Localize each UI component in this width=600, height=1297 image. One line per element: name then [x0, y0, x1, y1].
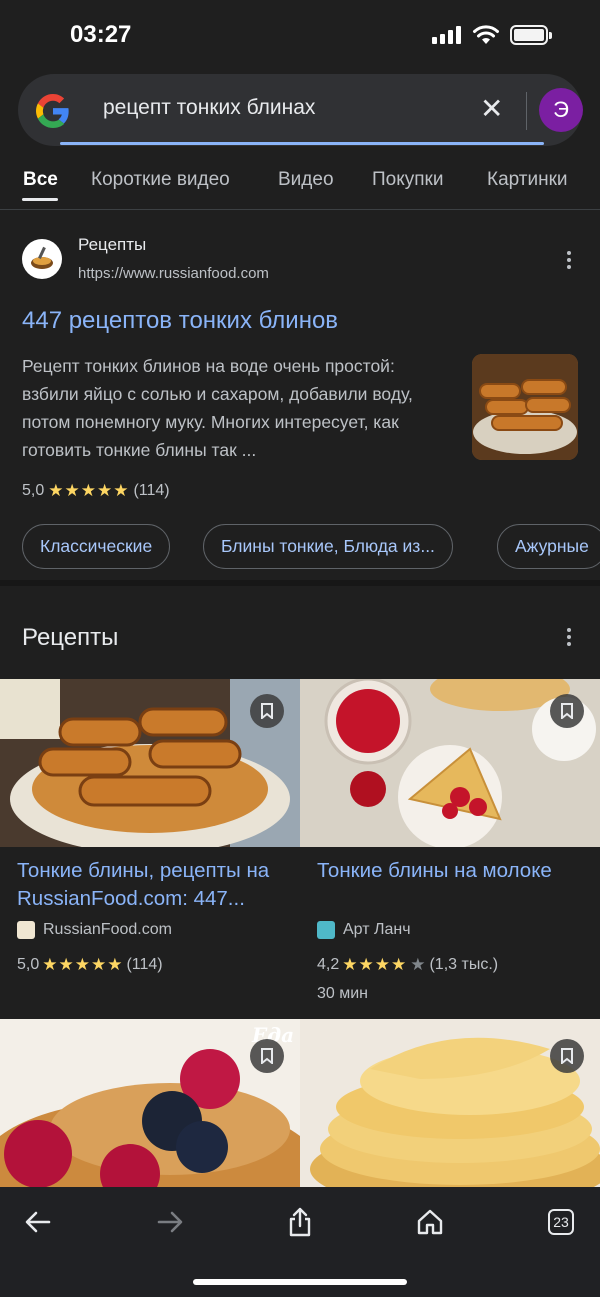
- browser-toolbar: 23: [0, 1187, 600, 1297]
- search-bar[interactable]: рецепт тонких блинах ✕ Э: [18, 74, 583, 146]
- recipe-card[interactable]: [300, 1019, 600, 1187]
- back-arrow-icon[interactable]: [18, 1202, 58, 1242]
- more-options-icon[interactable]: [566, 251, 572, 269]
- chip-lacy[interactable]: Ажурные: [497, 524, 600, 569]
- home-indicator: [193, 1279, 407, 1285]
- section-title: Рецепты: [22, 624, 119, 651]
- recipe-card[interactable]: Eда: [0, 1019, 300, 1187]
- tab-shopping[interactable]: Покупки: [372, 169, 443, 191]
- result-rating: 5,0 ★★★★★ (114): [22, 481, 170, 501]
- recipe-image[interactable]: [0, 679, 300, 847]
- forward-arrow-icon[interactable]: [150, 1202, 190, 1242]
- chip-classic[interactable]: Классические: [22, 524, 171, 569]
- cellular-signal-icon: [432, 26, 461, 44]
- recipe-card[interactable]: Тонкие блины, рецепты на RussianFood.com…: [0, 679, 300, 974]
- bookmark-icon[interactable]: [550, 1039, 584, 1073]
- more-options-icon[interactable]: [566, 628, 572, 646]
- recipe-source: Арт Ланч: [317, 921, 411, 939]
- tab-short-videos[interactable]: Короткие видео: [91, 169, 230, 191]
- site-name[interactable]: Рецепты: [78, 235, 146, 255]
- recipe-source: RussianFood.com: [17, 921, 172, 939]
- rating-value: 5,0: [22, 482, 45, 499]
- tabs-button[interactable]: 23: [541, 1202, 581, 1242]
- recipe-title-link[interactable]: Тонкие блины, рецепты на RussianFood.com…: [17, 857, 297, 913]
- rating-star-empty-icon: ★: [410, 955, 427, 974]
- source-name: Арт Ланч: [343, 921, 411, 938]
- search-input[interactable]: рецепт тонких блинах: [103, 96, 315, 120]
- tab-all[interactable]: Все: [23, 169, 58, 191]
- home-icon[interactable]: [410, 1202, 450, 1242]
- cook-time: 30 мин: [317, 985, 369, 1002]
- recipe-card[interactable]: Тонкие блины на молоке Арт Ланч 4,2 ★★★★…: [300, 679, 600, 1002]
- active-tab-indicator: [22, 198, 58, 201]
- review-count: (114): [126, 956, 163, 973]
- share-icon[interactable]: [280, 1202, 320, 1242]
- recipes-section: Рецепты Тонкие блины, рецепты на Russian…: [0, 597, 600, 1187]
- tab-count: 23: [548, 1209, 574, 1235]
- recipe-rating: 5,0 ★★★★★ (114): [17, 955, 163, 975]
- rating-value: 4,2: [317, 956, 340, 973]
- status-bar: 03:27: [0, 0, 600, 70]
- search-tabs: Все Короткие видео Видео Покупки Картинк…: [0, 165, 600, 210]
- rating-stars-icon: ★★★★★: [48, 481, 130, 500]
- search-result: Рецепты https://www.russianfood.com 447 …: [0, 211, 600, 586]
- search-progress-line: [60, 142, 544, 145]
- google-logo-icon: [36, 94, 69, 128]
- tab-videos[interactable]: Видео: [278, 169, 334, 191]
- recipe-rating: 4,2 ★★★★ ★ (1,3 тыс.): [317, 955, 498, 975]
- source-favicon-icon: [317, 921, 335, 939]
- status-time: 03:27: [70, 21, 132, 48]
- tab-images[interactable]: Картинки: [487, 169, 568, 191]
- account-avatar[interactable]: Э: [539, 88, 583, 132]
- divider: [526, 92, 527, 130]
- result-snippet: Рецепт тонких блинов на воде очень прост…: [22, 356, 413, 460]
- bookmark-icon[interactable]: [250, 1039, 284, 1073]
- site-url[interactable]: https://www.russianfood.com: [78, 265, 269, 282]
- bookmark-icon[interactable]: [250, 694, 284, 728]
- recipe-image[interactable]: [300, 679, 600, 847]
- battery-icon: [510, 25, 552, 45]
- review-count: (114): [133, 482, 170, 499]
- rating-stars-icon: ★★★★★: [42, 955, 124, 974]
- site-favicon-icon: [22, 239, 62, 279]
- recipe-title-link[interactable]: Тонкие блины на молоке: [317, 857, 597, 885]
- bookmark-icon[interactable]: [550, 694, 584, 728]
- clear-search-icon[interactable]: ✕: [480, 94, 503, 124]
- wifi-icon: [473, 25, 499, 44]
- source-favicon-icon: [17, 921, 35, 939]
- result-thumbnail[interactable]: [472, 354, 578, 460]
- recipe-image[interactable]: Eда: [0, 1019, 300, 1187]
- source-name: RussianFood.com: [43, 921, 172, 938]
- rating-stars-icon: ★★★★: [342, 955, 408, 974]
- recipe-image[interactable]: [300, 1019, 600, 1187]
- result-title-link[interactable]: 447 рецептов тонких блинов: [22, 307, 338, 335]
- chip-thin-pancakes[interactable]: Блины тонкие, Блюда из...: [203, 524, 453, 569]
- review-count: (1,3 тыс.): [429, 956, 499, 973]
- rating-value: 5,0: [17, 956, 40, 973]
